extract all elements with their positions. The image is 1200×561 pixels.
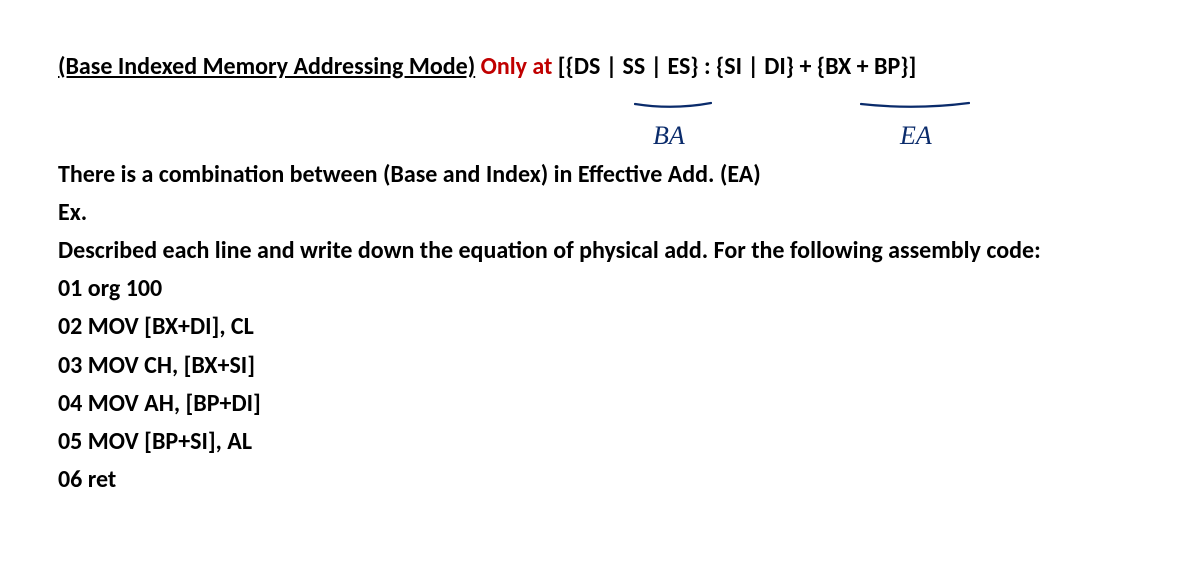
handwritten-annotations-row: BA EA <box>58 94 1142 154</box>
heading-title: (Base Indexed Memory Addressing Mode) <box>58 52 475 81</box>
document-page: (Base Indexed Memory Addressing Mode) On… <box>0 0 1200 519</box>
code-line-1: 01 org 100 <box>58 270 1142 307</box>
formula-lbracket: [ <box>558 52 566 81</box>
heading-line: (Base Indexed Memory Addressing Mode) On… <box>58 50 1142 84</box>
body-line-1: There is a combination between (Base and… <box>58 156 1142 193</box>
underline-mark-2-icon <box>860 101 970 109</box>
underline-mark-1-icon <box>634 101 712 109</box>
code-line-2: 02 MOV [BX+DI], CL <box>58 308 1142 345</box>
annotation-ea: EA <box>900 121 932 151</box>
code-line-5: 05 MOV [BP+SI], AL <box>58 423 1142 460</box>
formula-ea-part: {SI | DI} + {BX + BP} <box>716 52 908 81</box>
formula-segment-part: {DS | SS | ES} <box>566 52 699 81</box>
formula-colon: : <box>699 52 716 81</box>
code-line-4: 04 MOV AH, [BP+DI] <box>58 385 1142 422</box>
code-line-6: 06 ret <box>58 461 1142 498</box>
annotation-ba: BA <box>653 121 685 151</box>
formula-rbracket: ] <box>908 52 916 81</box>
body-line-3: Described each line and write down the e… <box>58 232 1142 269</box>
heading-onlyat: Only at <box>475 52 558 81</box>
code-line-3: 03 MOV CH, [BX+SI] <box>58 347 1142 384</box>
body-text: There is a combination between (Base and… <box>58 156 1142 499</box>
body-line-2: Ex. <box>58 194 1142 231</box>
